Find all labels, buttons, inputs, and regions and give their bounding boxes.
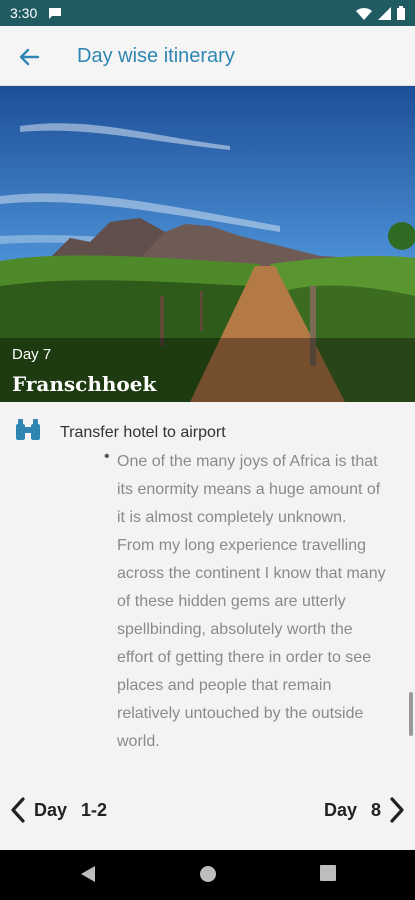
bullet: • bbox=[104, 448, 110, 465]
previous-day-label: Day bbox=[34, 799, 68, 820]
next-day-button[interactable]: Day 8 bbox=[324, 796, 405, 824]
app-bar: Day wise itinerary bbox=[0, 26, 415, 86]
home-circle-icon[interactable] bbox=[199, 865, 217, 883]
chat-icon bbox=[49, 8, 61, 19]
day-label: Day 7 bbox=[12, 346, 52, 363]
itinerary-content: Transfer hotel to airport • One of the m… bbox=[0, 402, 415, 850]
previous-day-button[interactable]: Day 1-2 bbox=[10, 796, 107, 824]
chevron-right-icon bbox=[390, 797, 404, 823]
description-text: One of the many joys of Africa is that i… bbox=[117, 453, 386, 750]
hero-caption: Day 7 Franschhoek bbox=[0, 338, 415, 402]
status-icons bbox=[356, 6, 405, 20]
battery-icon bbox=[397, 6, 405, 20]
scrollbar[interactable] bbox=[409, 692, 413, 736]
previous-day-value: 1-2 bbox=[81, 799, 108, 820]
chevron-left-icon bbox=[11, 797, 25, 823]
place-name: Franschhoek bbox=[12, 372, 157, 396]
binoculars-icon bbox=[16, 419, 40, 440]
back-triangle-icon[interactable] bbox=[80, 865, 96, 883]
wifi-icon bbox=[356, 7, 372, 20]
page-title: Day wise itinerary bbox=[77, 45, 235, 67]
next-day-label: Day bbox=[323, 799, 357, 820]
status-time: 3:30 bbox=[10, 5, 38, 21]
signal-icon bbox=[378, 6, 391, 20]
hero-image: Day 7 Franschhoek bbox=[0, 86, 415, 402]
recents-square-icon[interactable] bbox=[320, 865, 336, 881]
activity-title: Transfer hotel to airport bbox=[60, 424, 226, 441]
next-day-value: 8 bbox=[370, 799, 381, 820]
back-arrow-icon[interactable] bbox=[14, 42, 44, 72]
system-nav-bar bbox=[0, 850, 415, 900]
status-bar: 3:30 bbox=[0, 0, 415, 26]
